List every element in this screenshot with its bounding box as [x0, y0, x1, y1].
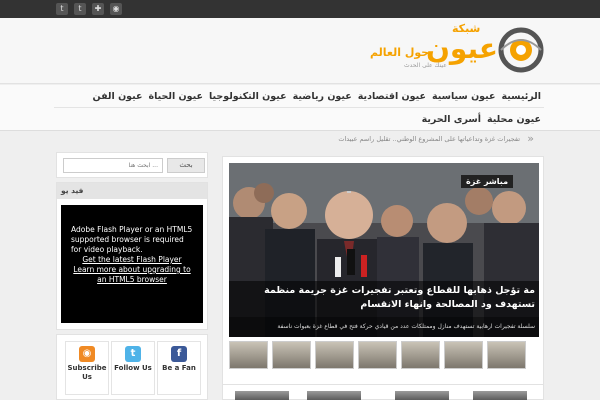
- facebook-icon: f: [171, 346, 187, 362]
- breaking-news-ticker: » تفجيرات غزة وتداعياتها على المشروع الو…: [218, 131, 544, 149]
- nav-item-local[interactable]: عيون محلية: [484, 114, 544, 125]
- news-thumbnail[interactable]: [307, 391, 361, 400]
- search-input[interactable]: [63, 158, 163, 173]
- main-nav: الرئيسية عيون سياسية عيون اقتصادية عيون …: [0, 85, 600, 131]
- twitter-icon[interactable]: t: [56, 3, 68, 15]
- featured-photo[interactable]: مباشر غزة مة تؤجل ذهابها للقطاع وتعتبر ت…: [229, 163, 539, 337]
- news-grid: [222, 384, 544, 400]
- featured-summary: سلسلة تفجيرات ارهابية تستهدف منازل وممتل…: [229, 317, 539, 337]
- nav-item-tech[interactable]: عيون التكنولوجيا: [206, 91, 290, 102]
- fan-button[interactable]: f Be a Fan: [157, 341, 201, 395]
- logo-name[interactable]: عيون: [426, 34, 498, 64]
- logo-around-world: حول العالم: [370, 46, 430, 59]
- nav-item-prisoners[interactable]: أسرى الحرية: [419, 114, 484, 125]
- search-widget: بحث: [56, 152, 208, 178]
- slider-thumbnail[interactable]: [229, 341, 268, 369]
- follow-button[interactable]: t Follow Us: [111, 341, 155, 395]
- nav-item-art[interactable]: عيون الفن: [90, 91, 146, 102]
- featured-headline[interactable]: مة تؤجل ذهابها للقطاع وتعتبر تفجيرات غزة…: [229, 281, 539, 317]
- flash-required-text: Adobe Flash Player or an HTML5 supported…: [71, 225, 193, 254]
- slider-thumbnail[interactable]: [444, 341, 483, 369]
- news-thumbnail[interactable]: [235, 391, 289, 400]
- live-gaza-badge: مباشر غزة: [461, 175, 514, 188]
- video-widget: فيد يو Adobe Flash Player or an HTML5 su…: [56, 182, 208, 330]
- subscribe-button[interactable]: ◉ Subscribe Us: [65, 341, 109, 395]
- nav-row-secondary: عيون محلية أسرى الحرية: [419, 108, 544, 130]
- twitter-icon: t: [125, 346, 141, 362]
- search-button[interactable]: بحث: [167, 158, 205, 173]
- top-bar: ◉ ✚ t t: [0, 0, 600, 18]
- fan-label: Be a Fan: [162, 364, 196, 372]
- nav-item-home[interactable]: الرئيسية: [499, 91, 544, 102]
- nav-item-sports[interactable]: عيون رياضية: [290, 91, 355, 102]
- flash-player-notice: Adobe Flash Player or an HTML5 supported…: [61, 205, 203, 323]
- get-flash-link[interactable]: Get the latest Flash Player: [71, 255, 193, 265]
- upgrade-html5-link[interactable]: Learn more about upgrading to an HTML5 b…: [71, 265, 193, 285]
- rss-icon: ◉: [79, 346, 95, 362]
- video-widget-title: فيد يو: [57, 183, 207, 199]
- rss-icon[interactable]: ◉: [110, 3, 122, 15]
- eye-logo-icon[interactable]: [497, 26, 545, 74]
- slider-thumbnail[interactable]: [358, 341, 397, 369]
- ticker-arrow-icon[interactable]: »: [527, 132, 534, 145]
- follow-label: Follow Us: [114, 364, 152, 372]
- ticker-headline[interactable]: تفجيرات غزة وتداعياتها على المشروع الوطن…: [338, 135, 520, 143]
- nav-item-life[interactable]: عيون الحياة: [146, 91, 206, 102]
- twitter-icon[interactable]: t: [74, 3, 86, 15]
- nav-item-politics[interactable]: عيون سياسية: [429, 91, 499, 102]
- slider-thumbnail[interactable]: [401, 341, 440, 369]
- logo-tagline: عينك على الحدث: [404, 62, 447, 69]
- slider-thumbnails: [229, 341, 539, 371]
- slider-thumbnail[interactable]: [487, 341, 526, 369]
- news-thumbnail[interactable]: [395, 391, 449, 400]
- news-thumbnail[interactable]: [473, 391, 527, 400]
- slider-thumbnail[interactable]: [315, 341, 354, 369]
- plus-icon[interactable]: ✚: [92, 3, 104, 15]
- social-widget: ◉ Subscribe Us t Follow Us f Be a Fan: [56, 334, 208, 400]
- featured-slider: مباشر غزة مة تؤجل ذهابها للقطاع وتعتبر ت…: [222, 156, 544, 392]
- subscribe-label: Subscribe Us: [67, 364, 107, 381]
- nav-row-primary: الرئيسية عيون سياسية عيون اقتصادية عيون …: [54, 86, 544, 108]
- slider-thumbnail[interactable]: [272, 341, 311, 369]
- nav-item-economy[interactable]: عيون اقتصادية: [355, 91, 429, 102]
